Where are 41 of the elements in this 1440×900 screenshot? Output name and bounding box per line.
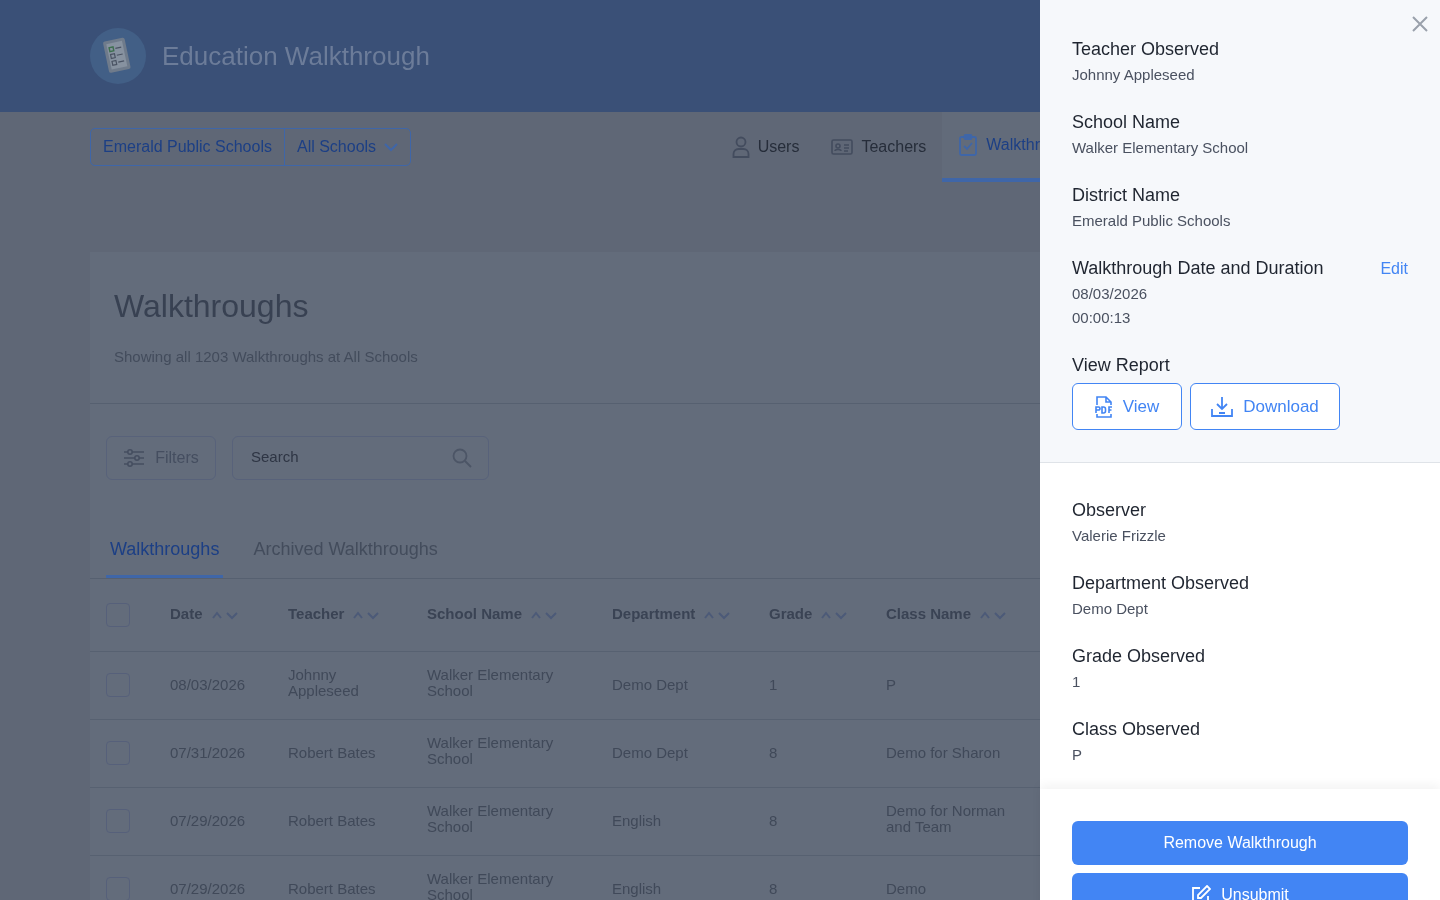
school-selector[interactable]: All Schools xyxy=(283,129,411,165)
nav-tab[interactable]: Teachers xyxy=(815,112,943,182)
list-tab[interactable]: Walkthroughs xyxy=(106,535,224,578)
field-label: School Name xyxy=(1072,111,1181,134)
field-label: Observer xyxy=(1072,499,1147,522)
field-value: Johnny Appleseed xyxy=(1072,65,1196,85)
chevron-down-icon xyxy=(384,142,399,152)
logo-icon xyxy=(90,28,146,84)
field-value: 1 xyxy=(1072,672,1082,692)
nav-tab[interactable]: Walkthr xyxy=(942,112,1040,182)
edit-icon xyxy=(1191,885,1212,900)
field-label: Class Observed xyxy=(1072,718,1201,741)
field-label: Teacher Observed xyxy=(1072,38,1220,61)
field-label: District Name xyxy=(1072,184,1180,207)
sliders-icon xyxy=(123,448,146,467)
district-selector[interactable]: Emerald Public Schools xyxy=(91,129,284,165)
person-icon xyxy=(731,136,750,158)
field-value: Emerald Public Schools xyxy=(1072,211,1232,231)
organization-selector[interactable]: Emerald Public Schools All Schools xyxy=(90,128,412,166)
report-button[interactable]: Download xyxy=(1190,383,1340,430)
field-value: 00:00:13 xyxy=(1072,308,1132,328)
field-label: Department Observed xyxy=(1072,572,1250,595)
field-label: Grade Observed xyxy=(1072,645,1206,668)
action-button[interactable]: Remove Walkthrough xyxy=(1072,821,1408,865)
action-button[interactable]: Unsubmit xyxy=(1072,873,1408,900)
field-value: P xyxy=(1072,745,1083,765)
clipboard-check-icon xyxy=(958,134,979,156)
nav-tab[interactable]: Users xyxy=(715,112,816,182)
search-field[interactable]: Search xyxy=(249,445,439,470)
id-card-icon xyxy=(831,138,854,156)
field-label: Walkthrough Date and Duration xyxy=(1072,257,1324,280)
field-value: Walker Elementary School xyxy=(1072,138,1250,158)
report-button[interactable]: View xyxy=(1072,383,1182,430)
field-label: View Report xyxy=(1072,354,1171,377)
download-icon xyxy=(1211,395,1234,418)
field-value: 08/03/2026 xyxy=(1072,284,1149,304)
field-value: Valerie Frizzle xyxy=(1072,526,1167,546)
pdf-file-icon xyxy=(1094,395,1113,418)
search-box[interactable]: Search xyxy=(232,435,489,480)
field-value: Demo Dept xyxy=(1072,599,1149,619)
edit-link[interactable]: Edit xyxy=(1380,257,1408,281)
